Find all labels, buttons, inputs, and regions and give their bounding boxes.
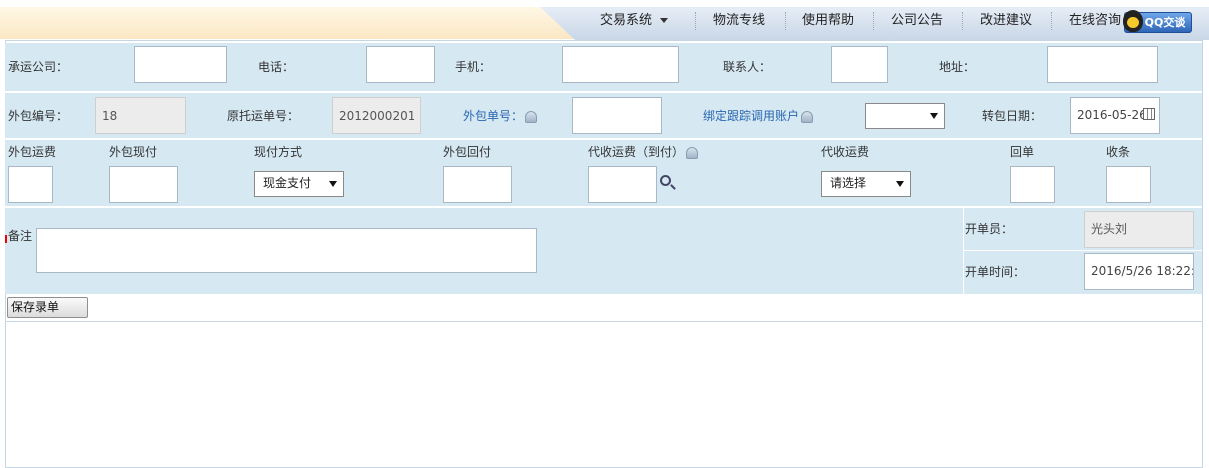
voucher-label: 收条 xyxy=(1106,145,1131,159)
cod-freight-select-value: 请选择 xyxy=(830,176,867,190)
phone-label: 电话： xyxy=(258,60,295,74)
nav-separator xyxy=(873,12,875,30)
nav-announcements[interactable]: 公司公告 xyxy=(891,12,943,30)
qq-chat-label: QQ交谈 xyxy=(1144,16,1186,29)
nav-suggestions[interactable]: 改进建议 xyxy=(980,12,1032,30)
address-label: 地址： xyxy=(939,60,976,74)
bind-account-label[interactable]: 绑定跟踪调用账户 xyxy=(703,108,814,124)
outsource-return-pay-label: 外包回付 xyxy=(443,145,492,159)
required-marker xyxy=(5,235,7,243)
qq-penguin-icon xyxy=(1123,10,1143,32)
receipt-label: 回单 xyxy=(1010,145,1035,159)
top-nav-bar: 交易系统 物流专线 使用帮助 公司公告 改进建议 在线咨询 QQ交谈 xyxy=(0,0,1209,40)
outsource-prepaid-label: 外包现付 xyxy=(109,145,158,159)
payment-method-select[interactable]: 现金支付 xyxy=(254,171,344,197)
orig-waybill-label: 原托运单号： xyxy=(227,109,300,123)
user-lookup-icon[interactable] xyxy=(801,110,814,123)
operator-field: 光头刘 xyxy=(1084,211,1194,248)
outsource-no-field xyxy=(95,97,186,134)
outsource-freight-label: 外包运费 xyxy=(8,145,57,159)
order-time-field[interactable]: 2016/5/26 18:22:1 xyxy=(1084,253,1194,290)
contact-input[interactable] xyxy=(831,46,888,83)
chevron-down-icon xyxy=(660,18,669,23)
outsource-return-pay-input[interactable] xyxy=(443,166,512,203)
outsource-freight-input[interactable] xyxy=(8,166,53,203)
nav-separator xyxy=(785,12,787,30)
action-row-divider xyxy=(5,321,1202,322)
outsource-prepaid-input[interactable] xyxy=(109,166,178,203)
search-icon[interactable] xyxy=(660,175,671,186)
transfer-date-label: 转包日期： xyxy=(982,109,1043,123)
cod-freight-arrival-input[interactable] xyxy=(588,166,657,203)
nav-online-consult[interactable]: 在线咨询 xyxy=(1069,12,1121,30)
remark-label: 备注 xyxy=(8,229,33,243)
outsource-no-label: 外包编号： xyxy=(8,109,69,123)
contact-label: 联系人： xyxy=(723,60,772,74)
cod-freight-arrival-label: 代收运费（到付） xyxy=(588,144,699,160)
calendar-icon[interactable] xyxy=(1143,108,1155,120)
save-order-button[interactable]: 保存录单 xyxy=(7,297,88,318)
order-time-label: 开单时间： xyxy=(965,265,1026,279)
nav-separator xyxy=(695,12,697,30)
address-input[interactable] xyxy=(1047,46,1158,83)
nav-logistics-line[interactable]: 物流专线 xyxy=(713,12,765,30)
dropdown-arrow-icon xyxy=(896,181,904,187)
mobile-input[interactable] xyxy=(562,46,679,83)
carrier-label: 承运公司： xyxy=(8,60,69,74)
bind-account-label-text: 绑定跟踪调用账户 xyxy=(703,109,800,123)
transfer-date-value: 2016-05-26 xyxy=(1077,108,1147,122)
cod-freight-arrival-label-text: 代收运费（到付） xyxy=(588,145,685,159)
remark-textarea[interactable] xyxy=(36,228,537,273)
operator-divider xyxy=(963,250,1202,251)
nav-help[interactable]: 使用帮助 xyxy=(802,12,854,30)
nav-trading-system-label: 交易系统 xyxy=(600,13,653,28)
nav-separator xyxy=(962,12,964,30)
voucher-input[interactable] xyxy=(1106,166,1151,203)
nav-trading-system[interactable]: 交易系统 xyxy=(600,12,669,30)
orig-waybill-field xyxy=(332,97,421,134)
payment-method-label: 现付方式 xyxy=(254,145,303,159)
outsource-order-input[interactable] xyxy=(572,97,662,134)
phone-input[interactable] xyxy=(366,46,435,83)
payment-method-value: 现金支付 xyxy=(263,176,312,190)
nav-separator xyxy=(1051,12,1053,30)
user-lookup-icon[interactable] xyxy=(686,146,699,159)
operator-column-divider xyxy=(963,208,964,294)
transfer-date-input[interactable]: 2016-05-26 xyxy=(1070,97,1160,134)
carrier-input[interactable] xyxy=(134,46,227,83)
receipt-input[interactable] xyxy=(1010,166,1055,203)
outsource-order-label-text: 外包单号： xyxy=(463,109,524,123)
mobile-label: 手机： xyxy=(455,60,492,74)
user-lookup-icon[interactable] xyxy=(525,110,538,123)
bind-account-select[interactable] xyxy=(865,103,945,129)
cod-freight-label: 代收运费 xyxy=(821,145,870,159)
operator-label: 开单员： xyxy=(965,222,1014,236)
top-nav-left-tab xyxy=(0,7,575,39)
outsource-order-label[interactable]: 外包单号： xyxy=(463,108,538,124)
dropdown-arrow-icon xyxy=(329,181,337,187)
cod-freight-select[interactable]: 请选择 xyxy=(821,171,911,197)
dropdown-arrow-icon xyxy=(930,113,938,119)
